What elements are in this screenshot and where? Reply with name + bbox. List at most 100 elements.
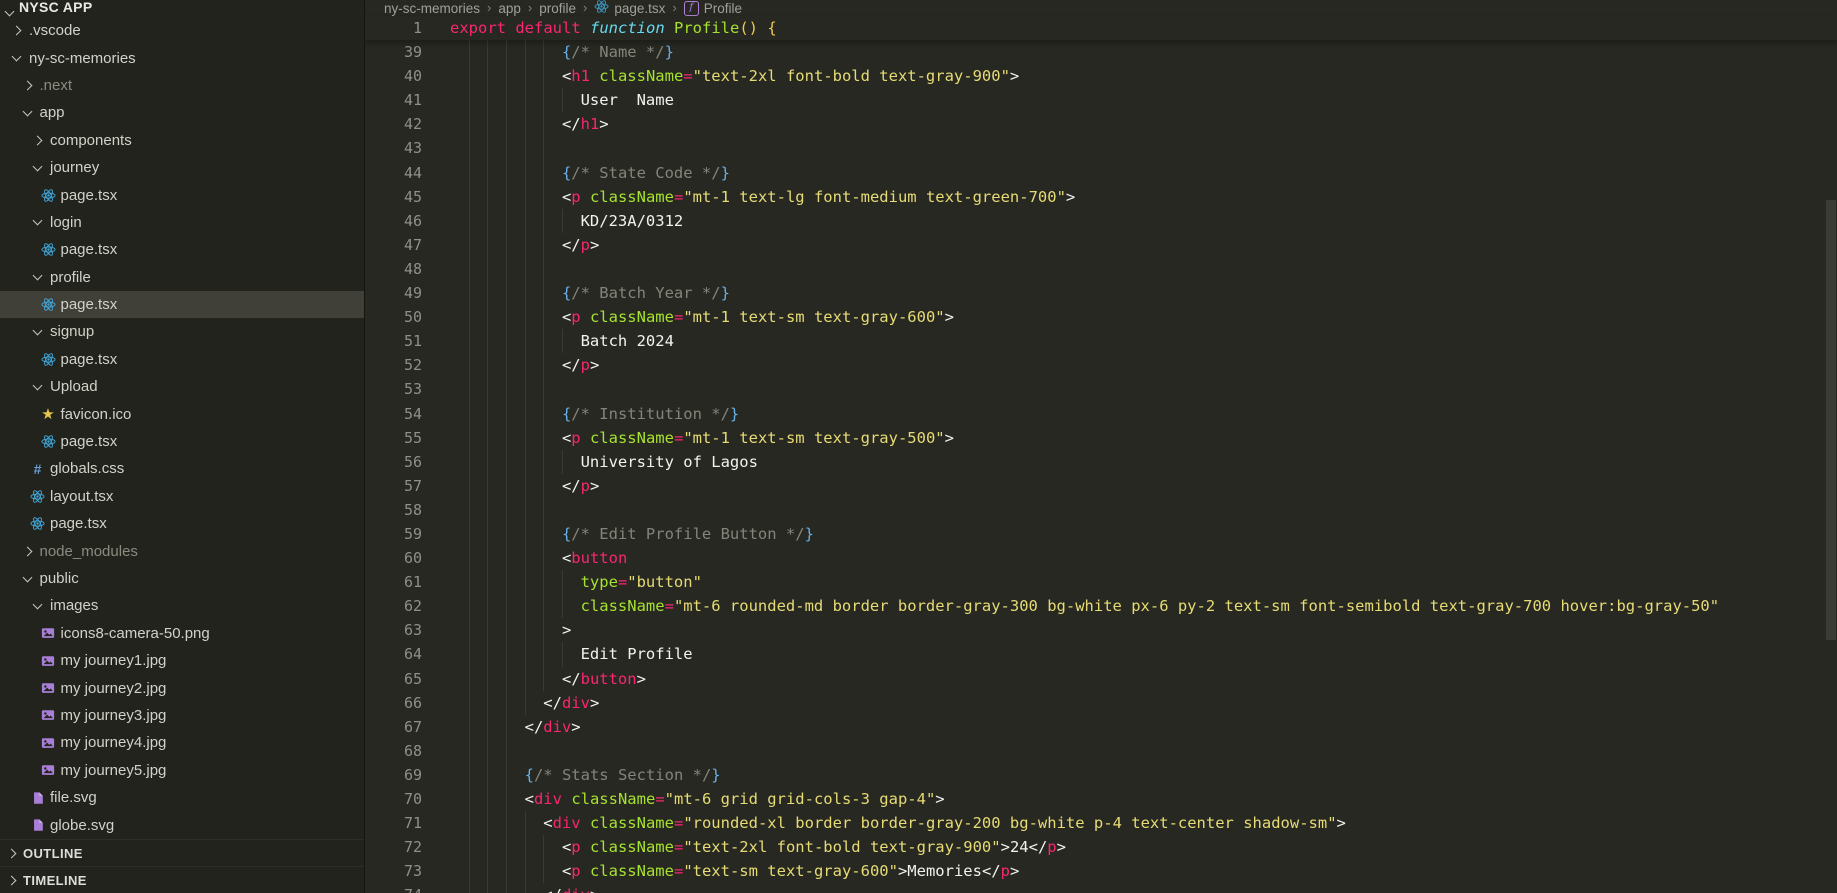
tree-item-label: globals.css (50, 460, 125, 478)
tree-item[interactable]: page.tsx (0, 428, 364, 455)
tree-item[interactable]: images (0, 592, 364, 619)
breadcrumb-item[interactable]: profile (539, 1, 576, 16)
tree-item[interactable]: public (0, 565, 364, 592)
sticky-scroll-line[interactable]: 1 export default function Profile() { (365, 16, 1837, 41)
tree-item[interactable]: globe.svg (0, 811, 364, 838)
code-line[interactable]: 43 (365, 136, 1837, 161)
tree-item[interactable]: my journey3.jpg (0, 702, 364, 729)
tree-item[interactable]: # globals.css (0, 455, 364, 482)
code-line[interactable]: 1 export default function Profile() { (365, 16, 1837, 40)
code-line[interactable]: 55 <p className="mt-1 text-sm text-gray-5… (365, 425, 1837, 450)
tree-item[interactable]: my journey2.jpg (0, 674, 364, 701)
indent-guide (468, 714, 488, 739)
code-line[interactable]: 63 > (365, 618, 1837, 643)
breadcrumb-item[interactable]: page.tsx (594, 0, 665, 17)
breadcrumb-item[interactable]: ny-sc-memories (384, 1, 480, 16)
breadcrumb-separator: › (527, 0, 533, 15)
editor-scrollbar[interactable] (1825, 0, 1837, 893)
sidebar-section-timeline[interactable]: TIMELINE (0, 866, 364, 893)
indent-guide (543, 353, 562, 378)
code-line[interactable]: 40 <h1 className="text-2xl font-bold text… (365, 64, 1837, 89)
code-line[interactable]: 49 {/* Batch Year */} (365, 281, 1837, 306)
tree-item[interactable]: page.tsx (0, 290, 364, 319)
indent-guide (468, 738, 488, 763)
code-line[interactable]: 57 </p> (365, 473, 1837, 498)
breadcrumb-item[interactable]: app (498, 1, 521, 16)
code-line[interactable]: 61 type="button" (365, 570, 1837, 595)
code-line[interactable]: 70 <div className="mt-6 grid grid-cols-3 … (365, 787, 1837, 812)
tree-item[interactable]: layout.tsx (0, 483, 364, 510)
tree-item[interactable]: signup (0, 318, 364, 345)
code-line[interactable]: 72 <p className="text-2xl font-bold text-… (365, 835, 1837, 860)
tree-item[interactable]: node_modules (0, 537, 364, 564)
code-line[interactable]: 44 {/* State Code */} (365, 160, 1837, 185)
tree-item[interactable]: .vscode (0, 17, 364, 44)
tree-item[interactable]: .next (0, 72, 364, 99)
code-line[interactable]: 48 (365, 256, 1837, 282)
tree-item[interactable]: page.tsx (0, 236, 364, 263)
code-line[interactable]: 62 className="mt-6 rounded-md border bord… (365, 594, 1837, 619)
code-line[interactable]: 71 <div className="rounded-xl border bord… (365, 811, 1837, 836)
tree-item[interactable]: my journey5.jpg (0, 757, 364, 784)
tree-item[interactable]: ★ favicon.ico (0, 400, 364, 427)
tree-item[interactable]: page.tsx (0, 181, 364, 208)
tree-item[interactable]: my journey1.jpg (0, 647, 364, 674)
tree-item[interactable]: app (0, 99, 364, 126)
code-token: "text-sm text-gray-600" (683, 862, 898, 881)
tree-item[interactable]: profile (0, 264, 364, 291)
tree-item[interactable]: file.svg (0, 784, 364, 811)
line-number: 58 (403, 500, 422, 519)
tree-item[interactable]: login (0, 209, 364, 236)
code-line[interactable]: 74 </div> (365, 883, 1837, 893)
code-line[interactable]: 51 Batch 2024 (365, 329, 1837, 354)
indent-guide (450, 257, 469, 281)
code-token: > (1336, 814, 1346, 833)
sidebar-section-outline[interactable]: OUTLINE (0, 839, 364, 866)
tree-item[interactable]: page.tsx (0, 510, 364, 537)
code-line[interactable]: 64 Edit Profile (365, 642, 1837, 667)
breadcrumb-item[interactable]: f Profile (683, 0, 742, 16)
indent-guide (505, 136, 525, 161)
code-line[interactable]: 54 {/* Institution */} (365, 401, 1837, 426)
code-line[interactable]: 41 User Name (365, 88, 1837, 113)
code-token: University of Lagos (580, 452, 758, 471)
tree-item[interactable]: journey (0, 154, 364, 181)
code-line[interactable]: 42 </h1> (365, 112, 1837, 137)
code-line[interactable]: 58 (365, 497, 1837, 522)
tree-item[interactable]: components (0, 127, 364, 154)
code-line[interactable]: 67 </div> (365, 714, 1837, 739)
tree-item[interactable]: page.tsx (0, 346, 364, 373)
code-line[interactable]: 59 {/* Edit Profile Button */} (365, 521, 1837, 547)
code-line[interactable]: 52 </p> (365, 353, 1837, 378)
react-icon (29, 489, 46, 504)
code-token: > (944, 308, 954, 327)
code-line[interactable]: 73 <p className="text-sm text-gray-600">M… (365, 859, 1837, 884)
tree-item[interactable]: ny-sc-memories (0, 44, 364, 71)
tree-item[interactable]: my journey4.jpg (0, 729, 364, 756)
code-token: "mt-6 grid grid-cols-3 gap-4" (664, 790, 936, 808)
code-line[interactable]: 46 KD/23A/0312 (365, 208, 1837, 233)
indent-guide (524, 136, 544, 161)
code-line[interactable]: 47 </p> (365, 232, 1837, 257)
scrollbar-thumb[interactable] (1826, 200, 1836, 640)
explorer-section-header[interactable]: NYSC APP (0, 0, 364, 17)
code-line[interactable]: 39 {/* Name */} (365, 40, 1837, 65)
code-line[interactable]: 69 {/* Stats Section */} (365, 762, 1837, 787)
code-line[interactable]: 65 </button> (365, 666, 1837, 691)
tree-item[interactable]: Upload (0, 373, 364, 400)
indent-guide (450, 570, 469, 594)
indent-guide (505, 353, 525, 378)
code-line[interactable]: 56 University of Lagos (365, 449, 1837, 474)
tree-item[interactable]: icons8-camera-50.png (0, 620, 364, 647)
code-line[interactable]: 53 (365, 377, 1837, 402)
code-line[interactable]: 50 <p className="mt-1 text-sm text-gray-6… (365, 305, 1837, 330)
code-line[interactable]: 45 <p className="mt-1 text-lg font-medium… (365, 184, 1837, 209)
code-token: < (561, 838, 572, 857)
code-line[interactable]: 68 (365, 738, 1837, 763)
tree-item-label: login (50, 213, 82, 231)
code-line[interactable]: 60 <button (365, 546, 1837, 571)
indent-guide (543, 256, 562, 282)
code-token: = (673, 187, 684, 206)
code-line[interactable]: 66 </div> (365, 690, 1837, 715)
